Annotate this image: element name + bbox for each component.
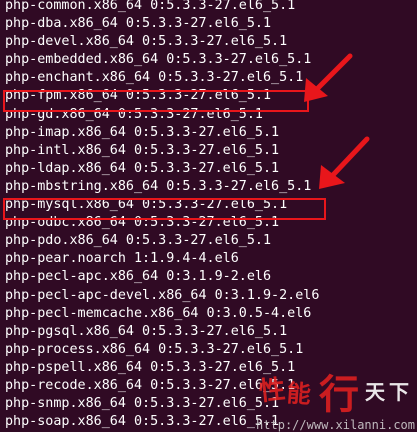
watermark-char: 天 — [365, 380, 385, 404]
terminal-line: php-pecl-apc-devel.x86_64 0:3.1.9-2.el6 — [5, 287, 320, 303]
terminal-line: php-recode.x86_64 0:5.3.3-27.el6_5.1 — [5, 377, 296, 393]
terminal-line: php-pgsql.x86_64 0:5.3.3-27.el6_5.1 — [5, 323, 288, 339]
terminal-line: php-intl.x86_64 0:5.3.3-27.el6_5.1 — [5, 142, 280, 158]
watermark-char: 行 — [319, 371, 359, 418]
terminal-line: php-snmp.x86_64 0:5.3.3-27.el6_5.1 — [5, 396, 280, 412]
terminal-line-highlighted-fpm: php-fpm.x86_64 0:5.3.3-27.el6_5.1 — [5, 88, 272, 104]
terminal-line: php-imap.x86_64 0:5.3.3-27.el6_5.1 — [5, 124, 280, 140]
terminal-window[interactable]: php-common.x86_64 0:5.3.3-27.el6_5.1 php… — [0, 0, 417, 432]
terminal-line: php-soap.x86_64 0:5.3.3-27.el6_5.1 — [5, 414, 280, 430]
terminal-line: php-common.x86_64 0:5.3.3-27.el6_5.1 — [5, 0, 296, 13]
terminal-line: php-mbstring.x86_64 0:5.3.3-27.el6_5.1 — [5, 178, 312, 194]
terminal-line: php-odbc.x86_64 0:5.3.3-27.el6_5.1 — [5, 215, 280, 231]
terminal-line-highlighted-mysql: php-mysql.x86_64 0:5.3.3-27.el6_5.1 — [5, 197, 288, 213]
terminal-line: php-pspell.x86_64 0:5.3.3-27.el6_5.1 — [5, 359, 296, 375]
terminal-line: php-pdo.x86_64 0:5.3.3-27.el6_5.1 — [5, 233, 272, 249]
terminal-line: php-process.x86_64 0:5.3.3-27.el6_5.1 — [5, 341, 304, 357]
terminal-output: php-common.x86_64 0:5.3.3-27.el6_5.1 php… — [5, 0, 319, 431]
watermark-char: 下 — [389, 380, 409, 404]
terminal-line: php-devel.x86_64 0:5.3.3-27.el6_5.1 — [5, 34, 288, 50]
terminal-line: php-gd.x86_64 0:5.3.3-27.el6_5.1 — [5, 106, 263, 122]
terminal-line: php-pecl-memcache.x86_64 0:3.0.5-4.el6 — [5, 305, 312, 321]
terminal-line: php-ldap.x86_64 0:5.3.3-27.el6_5.1 — [5, 160, 280, 176]
terminal-line: php-embedded.x86_64 0:5.3.3-27.el6_5.1 — [5, 52, 312, 68]
terminal-line: php-pear.noarch 1:1.9.4-4.el6 — [5, 251, 239, 267]
terminal-line: php-enchant.x86_64 0:5.3.3-27.el6_5.1 — [5, 70, 304, 86]
terminal-line: php-dba.x86_64 0:5.3.3-27.el6_5.1 — [5, 16, 272, 32]
terminal-line: php-pecl-apc.x86_64 0:3.1.9-2.el6 — [5, 269, 272, 285]
